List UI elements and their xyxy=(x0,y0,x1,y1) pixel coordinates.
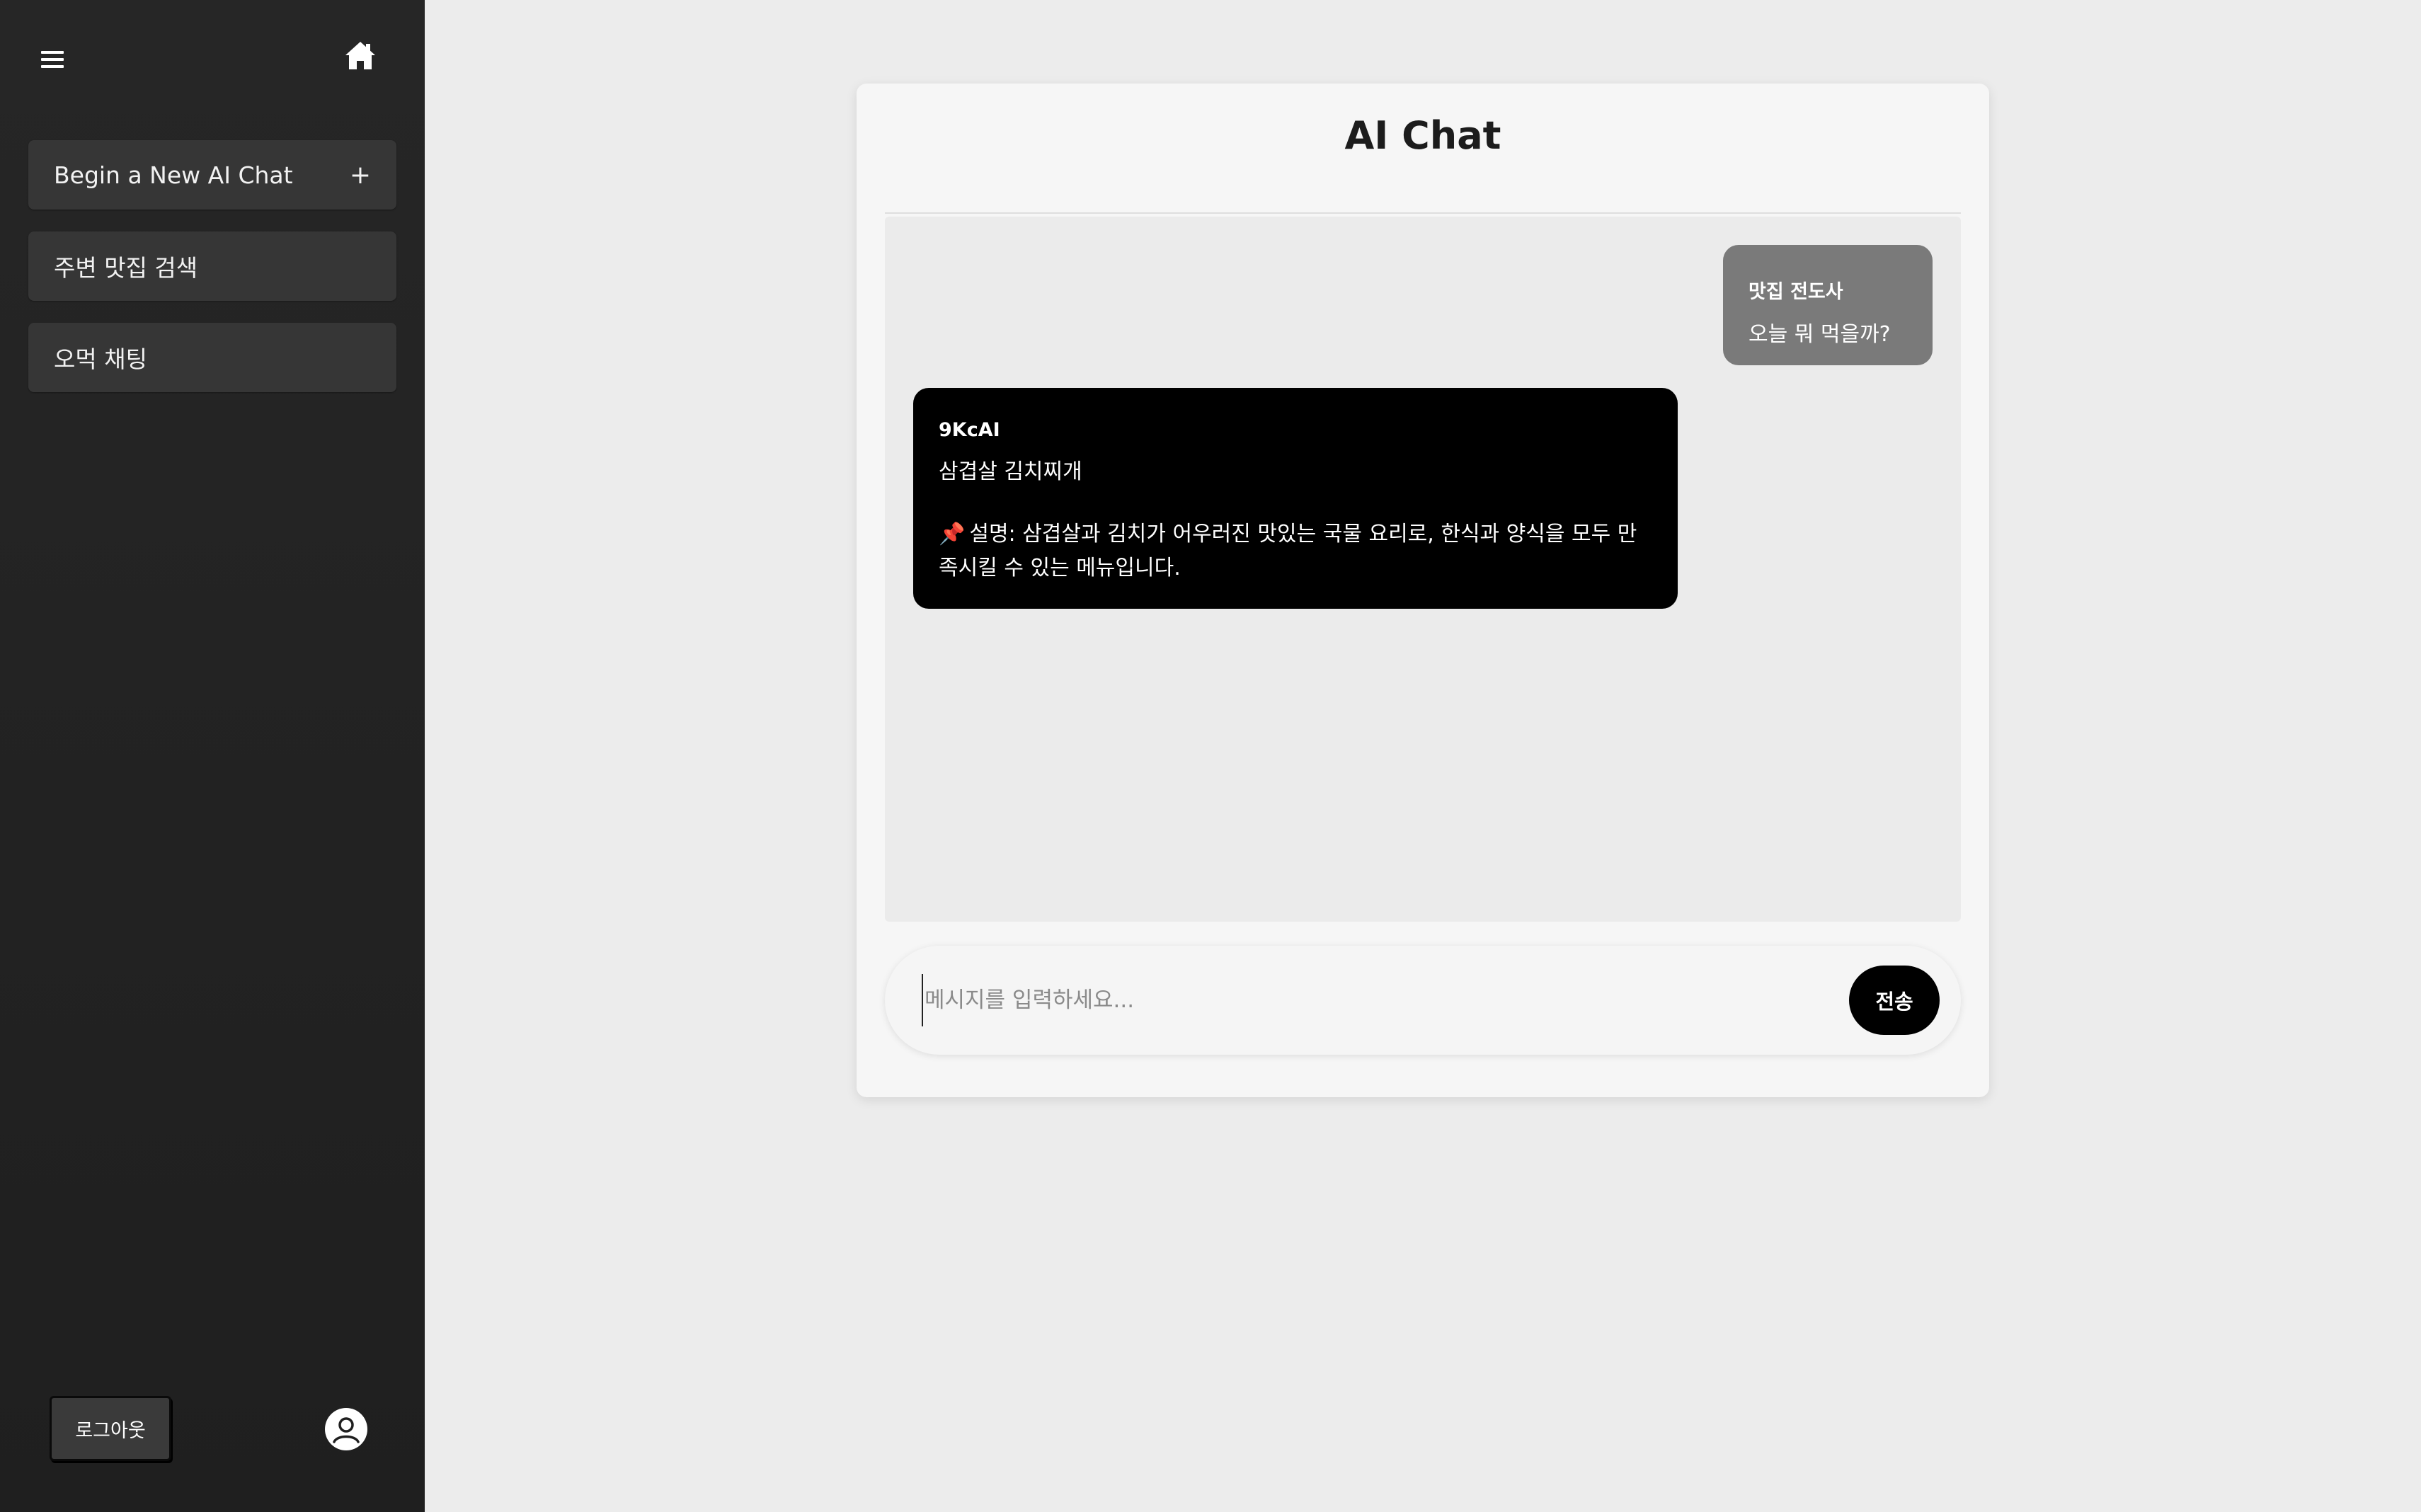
divider xyxy=(885,212,1961,214)
sidebar-item-omuk-chat[interactable]: 오먹 채팅 xyxy=(28,323,396,392)
message-text: 오늘 뭐 먹을까? xyxy=(1748,322,1891,347)
sidebar-item-nearby-restaurants[interactable]: 주변 맛집 검색 xyxy=(28,231,396,301)
chat-card: AI Chat 맛집 전도사 오늘 뭐 먹을까? 9KcAI 삼겹살 김치찌개 … xyxy=(857,84,1989,1097)
sidebar-item-label: 오먹 채팅 xyxy=(54,345,147,373)
plus-icon: + xyxy=(349,160,371,190)
message-sender: 9KcAI xyxy=(939,419,1000,441)
new-chat-label: Begin a New AI Chat xyxy=(54,161,293,189)
home-icon[interactable] xyxy=(343,38,378,74)
user-message-bubble: 맛집 전도사 오늘 뭐 먹을까? xyxy=(1723,245,1933,365)
send-button[interactable]: 전송 xyxy=(1849,966,1940,1035)
sidebar-item-label: 주변 맛집 검색 xyxy=(54,254,198,282)
message-description-text: 설명: 삼겹살과 김치가 어우러진 맛있는 국물 요리로, 한식과 양식을 모두… xyxy=(939,522,1637,580)
user-avatar-icon[interactable] xyxy=(324,1407,368,1451)
pin-icon: 📌 xyxy=(939,522,966,546)
logout-button[interactable]: 로그아웃 xyxy=(50,1396,171,1461)
page-title: AI Chat xyxy=(1344,113,1501,158)
message-input-bar: 전송 xyxy=(885,946,1961,1055)
new-chat-button[interactable]: Begin a New AI Chat + xyxy=(28,140,396,210)
message-input[interactable] xyxy=(922,974,1814,1026)
ai-message-bubble: 9KcAI 삼겹살 김치찌개 📌 설명: 삼겹살과 김치가 어우러진 맛있는 국물… xyxy=(913,388,1678,609)
message-sender: 맛집 전도사 xyxy=(1748,281,1843,303)
sidebar: Begin a New AI Chat + 주변 맛집 검색 오먹 채팅 로그아… xyxy=(0,0,425,1512)
message-dish: 삼겹살 김치찌개 xyxy=(939,459,1082,484)
message-list[interactable]: 맛집 전도사 오늘 뭐 먹을까? 9KcAI 삼겹살 김치찌개 📌 설명: 삼겹살… xyxy=(885,217,1961,922)
hamburger-menu-icon[interactable] xyxy=(40,47,65,72)
message-description: 📌 설명: 삼겹살과 김치가 어우러진 맛있는 국물 요리로, 한식과 양식을 모… xyxy=(939,517,1652,585)
